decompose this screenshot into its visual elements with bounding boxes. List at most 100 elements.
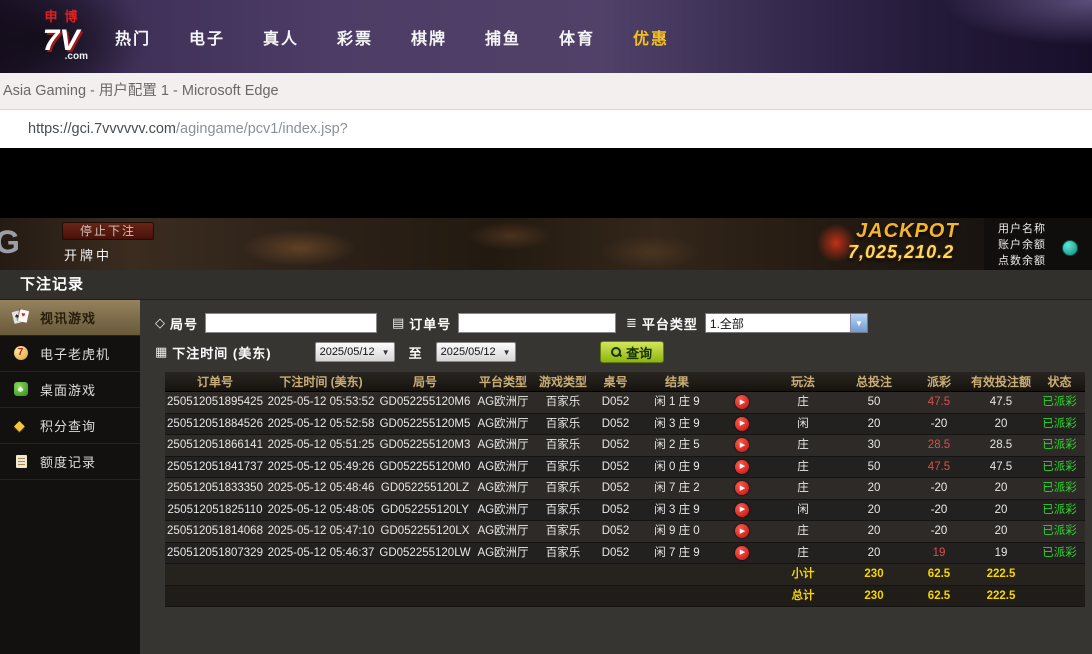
sidebar-item-slot-machines[interactable]: 电子老虎机: [0, 336, 140, 372]
table-row: 250512051833350 2025-05-12 05:48:46 GD05…: [165, 478, 1085, 500]
nav-item-sports[interactable]: 体育: [540, 25, 614, 49]
cell-bet-time: 2025-05-12 05:48:46: [265, 478, 377, 499]
sidebar-item-video-games[interactable]: 视讯游戏: [0, 300, 140, 336]
nav-item-fishing[interactable]: 捕鱼: [466, 25, 540, 49]
order-no-input[interactable]: [458, 313, 616, 333]
replay-button[interactable]: ▶: [735, 524, 749, 538]
nav-item-live[interactable]: 真人: [244, 25, 318, 49]
sidebar-item-label: 电子老虎机: [40, 344, 110, 363]
nav-item-board[interactable]: 棋牌: [392, 25, 466, 49]
cell-game-type: 百家乐: [533, 543, 593, 564]
total-valid-bet: 222.5: [968, 586, 1034, 607]
cell-payout: 28.5: [910, 435, 968, 456]
site-logo[interactable]: 申博 7V .com: [24, 6, 98, 68]
play-icon: ▶: [740, 442, 745, 449]
table-row: 250512051895425 2025-05-12 05:53:52 GD05…: [165, 392, 1085, 414]
account-points-label: 点数余额: [998, 253, 1092, 269]
cell-valid-bet: 20: [968, 414, 1034, 435]
date-to-picker[interactable]: 2025/05/12 ▼: [436, 342, 516, 362]
screen: 申博 7V .com 热门 电子 真人 彩票 棋牌 捕鱼 体育 优惠 Asia …: [0, 0, 1092, 654]
stop-betting-button[interactable]: 停止下注: [62, 222, 154, 240]
replay-button[interactable]: ▶: [735, 417, 749, 431]
cell-result: 闲 3 庄 9: [638, 500, 716, 521]
nav-item-promotions[interactable]: 优惠: [614, 25, 688, 49]
replay-button[interactable]: ▶: [735, 395, 749, 409]
table-row: 250512051866141 2025-05-12 05:51:25 GD05…: [165, 435, 1085, 457]
round-no-input[interactable]: [205, 313, 377, 333]
cell-platform: AG欧洲厅: [473, 435, 533, 456]
replay-button[interactable]: ▶: [735, 438, 749, 452]
cell-table-no: D052: [593, 521, 638, 542]
spacer-cell: [1034, 564, 1085, 585]
subtotal-row: 小计 230 62.5 222.5: [165, 564, 1085, 586]
cell-valid-bet: 20: [968, 478, 1034, 499]
cell-bet-type: 庄: [768, 435, 838, 456]
spacer-cell: [165, 586, 768, 607]
cell-bet-type: 庄: [768, 392, 838, 413]
play-icon: ▶: [740, 506, 745, 513]
sidebar: 视讯游戏 电子老虎机 桌面游戏 积分查询 额度记录: [0, 300, 140, 654]
col-header-status: 状态: [1034, 372, 1085, 391]
cell-status: 已派彩: [1034, 500, 1085, 521]
replay-button[interactable]: ▶: [735, 481, 749, 495]
cell-status: 已派彩: [1034, 392, 1085, 413]
sidebar-item-points-query[interactable]: 积分查询: [0, 408, 140, 444]
col-header-payout: 派彩: [910, 372, 968, 391]
subtotal-total-bet: 230: [838, 564, 910, 585]
replay-button[interactable]: ▶: [735, 503, 749, 517]
cell-result: 闲 2 庄 5: [638, 435, 716, 456]
cell-total-bet: 50: [838, 457, 910, 478]
cell-bet-type: 庄: [768, 457, 838, 478]
replay-button[interactable]: ▶: [735, 460, 749, 474]
currency-icon[interactable]: [1062, 240, 1078, 256]
cell-payout: -20: [910, 500, 968, 521]
cell-bet-type: 庄: [768, 478, 838, 499]
cell-replay: ▶: [716, 457, 768, 478]
jackpot-label: JACKPOT: [856, 220, 959, 243]
sidebar-item-credit-records[interactable]: 额度记录: [0, 444, 140, 480]
account-balance-label: 账户余额: [998, 237, 1092, 253]
cell-payout: -20: [910, 414, 968, 435]
account-username-label: 用户名称: [998, 221, 1092, 237]
cell-payout: 19: [910, 543, 968, 564]
nav-item-slots[interactable]: 电子: [170, 25, 244, 49]
table-row: 250512051807329 2025-05-12 05:46:37 GD05…: [165, 543, 1085, 565]
cell-bet-type: 闲: [768, 500, 838, 521]
date-from-picker[interactable]: 2025/05/12 ▼: [315, 342, 395, 362]
search-button[interactable]: 查询: [600, 341, 664, 363]
col-header-table-no: 桌号: [593, 372, 638, 391]
sidebar-item-table-games[interactable]: 桌面游戏: [0, 372, 140, 408]
gem-icon: [13, 418, 31, 434]
search-button-label: 查询: [626, 343, 652, 362]
cell-game-type: 百家乐: [533, 435, 593, 456]
cell-platform: AG欧洲厅: [473, 457, 533, 478]
sidebar-item-label: 桌面游戏: [40, 380, 96, 399]
date-to-value: 2025/05/12: [441, 346, 496, 358]
cell-round-no: GD052255120M3: [377, 435, 473, 456]
cell-platform: AG欧洲厅: [473, 543, 533, 564]
address-bar[interactable]: https://gci.7vvvvvv.com/agingame/pcv1/in…: [0, 110, 1092, 148]
cell-result: 闲 7 庄 9: [638, 543, 716, 564]
nav-item-lottery[interactable]: 彩票: [318, 25, 392, 49]
table-row: 250512051841737 2025-05-12 05:49:26 GD05…: [165, 457, 1085, 479]
panel-title: 下注记录: [0, 270, 1092, 300]
replay-button[interactable]: ▶: [735, 546, 749, 560]
cell-status: 已派彩: [1034, 478, 1085, 499]
nav-item-hot[interactable]: 热门: [96, 25, 170, 49]
cell-total-bet: 30: [838, 435, 910, 456]
site-nav-bar: 申博 7V .com 热门 电子 真人 彩票 棋牌 捕鱼 体育 优惠: [0, 0, 1092, 73]
cell-valid-bet: 47.5: [968, 392, 1034, 413]
cell-replay: ▶: [716, 500, 768, 521]
play-icon: ▶: [740, 399, 745, 406]
ag-logo-letter: G: [0, 224, 20, 261]
cell-round-no: GD052255120LX: [377, 521, 473, 542]
order-no-filter: ▤ 订单号: [392, 312, 616, 334]
bet-records-table: 订单号 下注时间 (美东) 局号 平台类型 游戏类型 桌号 结果 玩法 总投注 …: [165, 372, 1085, 607]
platform-type-select[interactable]: 1.全部 ▼: [705, 313, 868, 333]
cell-bet-time: 2025-05-12 05:53:52: [265, 392, 377, 413]
sidebar-item-label: 额度记录: [40, 452, 96, 471]
window-title-bar: Asia Gaming - 用户配置 1 - Microsoft Edge: [0, 73, 1092, 110]
cell-game-type: 百家乐: [533, 521, 593, 542]
total-payout: 62.5: [910, 586, 968, 607]
bet-record-panel: 下注记录 视讯游戏 电子老虎机 桌面游戏 积分查询 额度记录: [0, 270, 1092, 654]
